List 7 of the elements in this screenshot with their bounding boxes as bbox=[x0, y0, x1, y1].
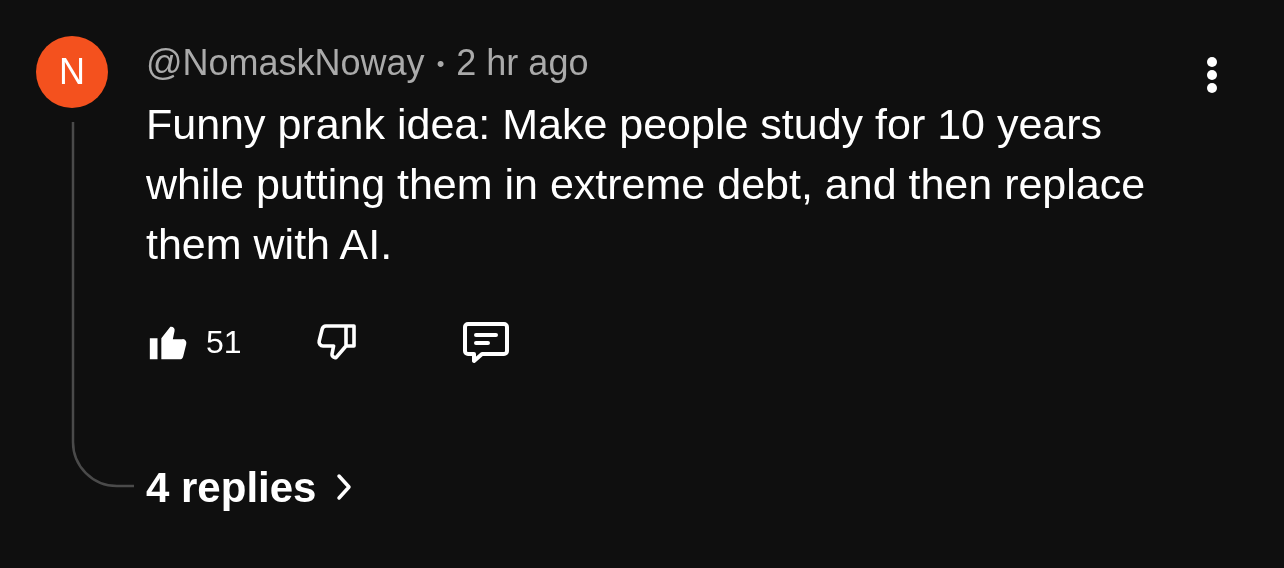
replies-link[interactable]: 4 replies bbox=[146, 462, 353, 512]
comment-text: Funny prank idea: Make people study for 10 years while putting them in extreme debt, and then replace them with AI. bbox=[146, 99, 1147, 270]
separator: • bbox=[436, 49, 445, 78]
like-button[interactable]: 51 bbox=[146, 318, 242, 366]
author-name[interactable]: @NomaskNoway bbox=[146, 36, 425, 90]
chevron-right-icon bbox=[336, 473, 353, 501]
timestamp: 2 hr ago bbox=[456, 41, 589, 85]
